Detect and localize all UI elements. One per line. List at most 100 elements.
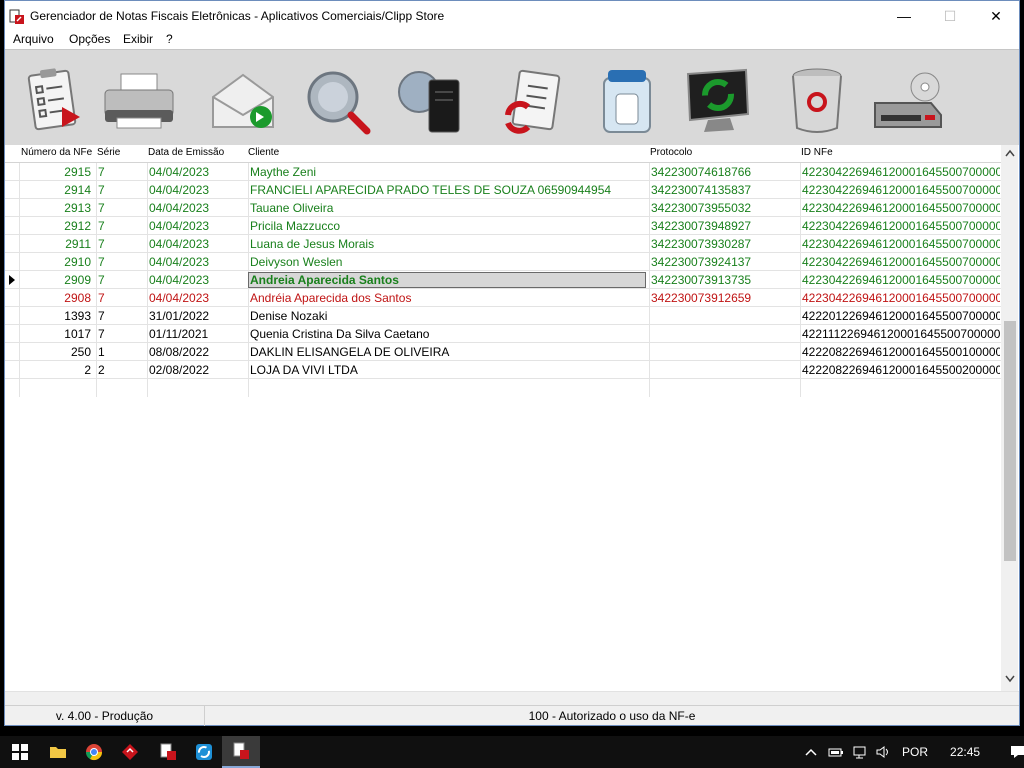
cell-cliente[interactable]: Andreia Aparecida Santos bbox=[250, 273, 648, 287]
taskbar-nfe-manager[interactable] bbox=[222, 736, 260, 768]
table-row[interactable]: 2910 7 04/04/2023 Deivyson Weslen 3422300739… bbox=[5, 253, 1001, 271]
cell-data[interactable]: 31/01/2022 bbox=[149, 309, 247, 323]
vertical-scrollbar[interactable] bbox=[1001, 145, 1018, 691]
row-indicator[interactable] bbox=[5, 325, 19, 343]
table-row[interactable]: 2908 7 04/04/2023 Andréia Aparecida dos San… bbox=[5, 289, 1001, 307]
cell-numero[interactable]: 2915 bbox=[21, 165, 91, 179]
cell-data[interactable]: 04/04/2023 bbox=[149, 219, 247, 233]
filter-button[interactable] bbox=[585, 62, 669, 138]
table-row[interactable]: 2913 7 04/04/2023 Tauane Oliveira 3422300739… bbox=[5, 199, 1001, 217]
cell-cliente[interactable]: Denise Nozaki bbox=[250, 309, 648, 323]
cell-serie[interactable]: 1 bbox=[98, 345, 146, 359]
table-row[interactable]: 2912 7 04/04/2023 Pricila Mazzucco 342230073… bbox=[5, 217, 1001, 235]
menu-exibir[interactable]: Exibir bbox=[123, 32, 153, 46]
cell-cliente[interactable]: Luana de Jesus Morais bbox=[250, 237, 648, 251]
cell-cliente[interactable]: DAKLIN ELISANGELA DE OLIVEIRA bbox=[250, 345, 648, 359]
cell-id[interactable]: 42220122694612000164550070000013930 bbox=[802, 309, 1000, 323]
cell-data[interactable]: 04/04/2023 bbox=[149, 255, 247, 269]
col-protocolo-header[interactable]: Protocolo bbox=[650, 147, 692, 158]
row-indicator[interactable] bbox=[5, 217, 19, 235]
cell-numero[interactable]: 2 bbox=[21, 363, 91, 377]
cell-protocolo[interactable]: 342230073948927 bbox=[651, 219, 799, 233]
close-button[interactable]: ✕ bbox=[973, 1, 1019, 31]
cell-cliente[interactable]: Tauane Oliveira bbox=[250, 201, 648, 215]
cell-numero[interactable]: 1393 bbox=[21, 309, 91, 323]
cell-serie[interactable]: 7 bbox=[98, 237, 146, 251]
server-status-button[interactable] bbox=[387, 62, 471, 138]
title-bar[interactable]: Gerenciador de Notas Fiscais Eletrônicas… bbox=[5, 1, 1019, 31]
cell-protocolo[interactable]: 342230073912659 bbox=[651, 291, 799, 305]
cell-serie[interactable]: 7 bbox=[98, 219, 146, 233]
monitor-sync-button[interactable] bbox=[675, 62, 759, 138]
table-row[interactable]: 1393 7 31/01/2022 Denise Nozaki 422201226946… bbox=[5, 307, 1001, 325]
cell-numero[interactable]: 2910 bbox=[21, 255, 91, 269]
start-button[interactable] bbox=[2, 736, 38, 768]
cell-id[interactable]: 42211122694612000164550070000010170 bbox=[802, 327, 1000, 341]
table-row[interactable]: 2909 7 04/04/2023 Andreia Aparecida Santos 3… bbox=[5, 271, 1001, 289]
table-row[interactable]: 250 1 08/08/2022 DAKLIN ELISANGELA DE OLIVE… bbox=[5, 343, 1001, 361]
recycle-bin-button[interactable] bbox=[775, 62, 859, 138]
menu-help[interactable]: ? bbox=[166, 32, 173, 46]
volume-icon[interactable] bbox=[876, 745, 892, 759]
row-indicator[interactable] bbox=[5, 361, 19, 379]
cell-serie[interactable]: 7 bbox=[98, 273, 146, 287]
scroll-down-icon[interactable] bbox=[1005, 675, 1015, 683]
search-online-button[interactable] bbox=[295, 62, 379, 138]
cell-protocolo[interactable]: 342230073955032 bbox=[651, 201, 799, 215]
col-serie-header[interactable]: Série bbox=[97, 147, 120, 158]
col-id-header[interactable]: ID NFe bbox=[801, 147, 833, 158]
taskbar-file-explorer[interactable] bbox=[40, 736, 76, 768]
scroll-thumb[interactable] bbox=[1004, 321, 1016, 561]
cell-numero[interactable]: 1017 bbox=[21, 327, 91, 341]
cell-numero[interactable]: 2911 bbox=[21, 237, 91, 251]
cell-id[interactable]: 42230422694612000164550070000029100 bbox=[802, 255, 1000, 269]
table-row[interactable]: 2911 7 04/04/2023 Luana de Jesus Morais 3422… bbox=[5, 235, 1001, 253]
taskbar-chrome[interactable] bbox=[76, 736, 112, 768]
clipboard-refresh-button[interactable] bbox=[491, 62, 575, 138]
row-indicator[interactable] bbox=[5, 163, 19, 181]
cell-cliente[interactable]: LOJA DA VIVI LTDA bbox=[250, 363, 648, 377]
cell-cliente[interactable]: Andréia Aparecida dos Santos bbox=[250, 291, 648, 305]
clock[interactable]: 22:45 bbox=[950, 745, 980, 759]
cell-data[interactable]: 08/08/2022 bbox=[149, 345, 247, 359]
cell-id[interactable]: 42230422694612000164550070000029140 bbox=[802, 183, 1000, 197]
cell-serie[interactable]: 2 bbox=[98, 363, 146, 377]
cell-id[interactable]: 42230422694612000164550070000029150 bbox=[802, 165, 1000, 179]
cell-data[interactable]: 04/04/2023 bbox=[149, 165, 247, 179]
cell-serie[interactable]: 7 bbox=[98, 327, 146, 341]
taskbar-nfe-app[interactable] bbox=[150, 736, 186, 768]
cell-cliente[interactable]: Maythe Zeni bbox=[250, 165, 648, 179]
notifications-icon[interactable] bbox=[1010, 744, 1024, 760]
table-row[interactable]: 1017 7 01/11/2021 Quenia Cristina Da Silva … bbox=[5, 325, 1001, 343]
cell-cliente[interactable]: Quenia Cristina Da Silva Caetano bbox=[250, 327, 648, 341]
cell-protocolo[interactable]: 342230073913735 bbox=[651, 273, 799, 287]
cell-id[interactable]: 42230422694612000164550070000029120 bbox=[802, 219, 1000, 233]
col-cliente-header[interactable]: Cliente bbox=[248, 147, 279, 158]
cell-id[interactable]: 42230422694612000164550070000029110 bbox=[802, 237, 1000, 251]
print-button[interactable] bbox=[97, 62, 181, 138]
cell-numero[interactable]: 2914 bbox=[21, 183, 91, 197]
cell-serie[interactable]: 7 bbox=[98, 165, 146, 179]
table-row[interactable]: 2914 7 04/04/2023 FRANCIELI APARECIDA PRADO… bbox=[5, 181, 1001, 199]
cell-protocolo[interactable]: 342230074135837 bbox=[651, 183, 799, 197]
send-email-button[interactable] bbox=[201, 62, 285, 138]
row-indicator[interactable] bbox=[5, 289, 19, 307]
row-indicator[interactable] bbox=[5, 253, 19, 271]
cell-serie[interactable]: 7 bbox=[98, 183, 146, 197]
language-indicator[interactable]: POR bbox=[902, 745, 928, 759]
row-indicator[interactable] bbox=[5, 181, 19, 199]
cell-numero[interactable]: 2909 bbox=[21, 273, 91, 287]
cell-data[interactable]: 02/08/2022 bbox=[149, 363, 247, 377]
cell-numero[interactable]: 250 bbox=[21, 345, 91, 359]
cell-data[interactable]: 04/04/2023 bbox=[149, 237, 247, 251]
cell-cliente[interactable]: Deivyson Weslen bbox=[250, 255, 648, 269]
clipboard-checklist-button[interactable] bbox=[11, 62, 95, 138]
cell-serie[interactable]: 7 bbox=[98, 201, 146, 215]
menu-arquivo[interactable]: Arquivo bbox=[13, 32, 54, 46]
cell-cliente[interactable]: Pricila Mazzucco bbox=[250, 219, 648, 233]
cell-id[interactable]: 42230422694612000164550070000029090 bbox=[802, 273, 1000, 287]
cell-id[interactable]: 42230422694612000164550070000029130 bbox=[802, 201, 1000, 215]
cell-serie[interactable]: 7 bbox=[98, 255, 146, 269]
col-data-header[interactable]: Data de Emissão bbox=[148, 147, 224, 158]
chevron-up-icon[interactable] bbox=[804, 747, 818, 757]
